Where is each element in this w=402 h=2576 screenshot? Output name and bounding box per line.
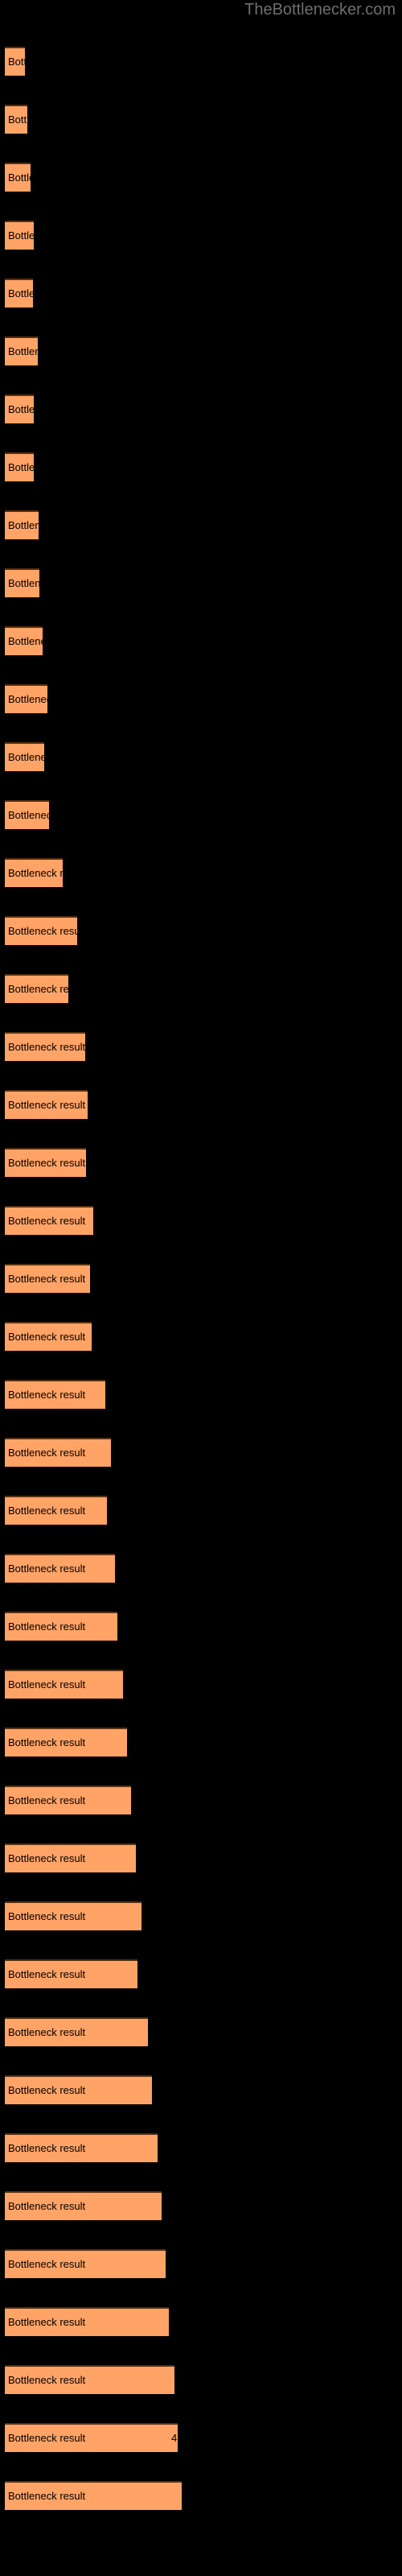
bar[interactable]: Bottleneck result	[5, 105, 27, 134]
bar-label: Bottleneck result	[8, 229, 34, 242]
bar-label: Bottleneck result	[8, 2316, 86, 2328]
bar[interactable]: Bottleneck result	[5, 279, 33, 308]
bar-label: Bottleneck result	[8, 2258, 86, 2270]
bar-label: Bottleneck result	[8, 577, 39, 589]
bar-label: Bottleneck result	[8, 1215, 86, 1227]
bar-label: Bottleneck result	[8, 1968, 86, 1980]
bar[interactable]: Bottleneck result	[5, 163, 31, 192]
bar-label: Bottleneck result	[8, 1563, 86, 1575]
bar[interactable]: Bottleneck result	[5, 2017, 148, 2046]
bar[interactable]: Bottleneck result	[5, 221, 34, 250]
bar[interactable]: Bottleneck result	[5, 1206, 93, 1235]
bottleneck-bar-chart: TheBottlenecker.com Bottleneck resultBot…	[0, 0, 402, 2576]
bar-label: Bottleneck result	[8, 751, 44, 763]
bar-label: Bottleneck result	[8, 693, 47, 705]
bar-label: Bottleneck result	[8, 1678, 86, 1690]
bar-label: Bottleneck result	[8, 56, 25, 68]
bar[interactable]: Bottleneck result	[5, 1438, 111, 1467]
bar[interactable]: Bottleneck result	[5, 1322, 92, 1351]
bar[interactable]: Bottleneck result	[5, 568, 39, 597]
bar-label: Bottleneck result	[8, 287, 33, 299]
bar-label: Bottleneck result	[8, 809, 49, 821]
bar-label: Bottleneck result	[8, 2142, 86, 2154]
bar[interactable]: Bottleneck result	[5, 1843, 136, 1872]
bar[interactable]: Bottleneck result	[5, 1785, 131, 1814]
bar-label: Bottleneck result	[8, 2432, 86, 2444]
bar-label: Bottleneck result	[8, 1157, 86, 1169]
bar-label: Bottleneck result	[8, 925, 77, 937]
bar-label: Bottleneck result	[8, 1910, 86, 1922]
bar-label: Bottleneck result	[8, 2026, 86, 2038]
bar[interactable]: Bottleneck result 4	[5, 2423, 178, 2452]
bar[interactable]: Bottleneck result	[5, 452, 34, 481]
bar-label: Bottleneck result	[8, 1505, 86, 1517]
bar[interactable]: Bottleneck result	[5, 1901, 142, 1930]
bar[interactable]: Bottleneck result	[5, 1612, 117, 1641]
bar[interactable]: Bottleneck result	[5, 800, 49, 829]
bar[interactable]: Bottleneck result	[5, 1380, 105, 1409]
bar[interactable]: Bottleneck result	[5, 47, 25, 76]
bar[interactable]: Bottleneck result	[5, 1554, 115, 1583]
bar[interactable]: Bottleneck result	[5, 858, 63, 887]
bar[interactable]: Bottleneck result	[5, 2249, 166, 2278]
bar-label: Bottleneck result	[8, 114, 27, 126]
bar[interactable]: Bottleneck result	[5, 916, 77, 945]
bar[interactable]: Bottleneck result	[5, 1264, 90, 1293]
bar[interactable]: Bottleneck result	[5, 394, 34, 423]
bar-label: Bottleneck result	[8, 1852, 86, 1864]
bar-label: Bottleneck result	[8, 1620, 86, 1633]
bar-label: Bottleneck result	[8, 2200, 86, 2212]
bar-label: Bottleneck result	[8, 1331, 86, 1343]
bar-label: Bottleneck result	[8, 2374, 86, 2386]
bar[interactable]: Bottleneck result	[5, 2307, 169, 2336]
bar-label: Bottleneck result	[8, 1447, 86, 1459]
bar-label: Bottleneck result	[8, 461, 34, 473]
bar-label: Bottleneck result	[8, 1041, 85, 1053]
bar[interactable]: Bottleneck result	[5, 974, 68, 1003]
bar[interactable]: Bottleneck result	[5, 742, 44, 771]
bar[interactable]: Bottleneck result	[5, 1959, 137, 1988]
bar[interactable]: Bottleneck result	[5, 1032, 85, 1061]
bar-label: Bottleneck result	[8, 867, 63, 879]
bar[interactable]: Bottleneck result	[5, 2075, 152, 2104]
bar[interactable]: Bottleneck result	[5, 2191, 162, 2220]
bar-label: Bottleneck result	[8, 519, 39, 531]
bar[interactable]: Bottleneck result	[5, 510, 39, 539]
bar-label: Bottleneck result	[8, 345, 38, 357]
bar[interactable]: Bottleneck result	[5, 1148, 86, 1177]
bar-label: Bottleneck result	[8, 1389, 86, 1401]
bar-label: Bottleneck result	[8, 1099, 86, 1111]
bar[interactable]: Bottleneck result	[5, 684, 47, 713]
bar-list: Bottleneck resultBottleneck resultBottle…	[0, 0, 402, 2576]
bar-label: Bottleneck result	[8, 983, 68, 995]
bar-label: Bottleneck result	[8, 2084, 86, 2096]
bar-label: Bottleneck result	[8, 1794, 86, 1806]
bar-label: Bottleneck result	[8, 403, 34, 415]
bar-value-label: 4	[171, 2432, 178, 2444]
bar[interactable]: Bottleneck result	[5, 1670, 123, 1699]
bar-label: Bottleneck result	[8, 1273, 86, 1285]
bar[interactable]: Bottleneck result	[5, 2365, 174, 2394]
bar[interactable]: Bottleneck result	[5, 2133, 158, 2162]
bar-label: Bottleneck result	[8, 1736, 86, 1748]
bar[interactable]: Bottleneck result	[5, 1090, 88, 1119]
bar[interactable]: Bottleneck result	[5, 626, 43, 655]
bar[interactable]: Bottleneck result	[5, 1496, 107, 1525]
bar-label: Bottleneck result	[8, 2490, 86, 2502]
bar-label: Bottleneck result	[8, 635, 43, 647]
bar-label: Bottleneck result	[8, 171, 31, 184]
bar[interactable]: Bottleneck result	[5, 1728, 127, 1757]
bar[interactable]: Bottleneck result	[5, 2481, 182, 2510]
bar[interactable]: Bottleneck result	[5, 336, 38, 365]
